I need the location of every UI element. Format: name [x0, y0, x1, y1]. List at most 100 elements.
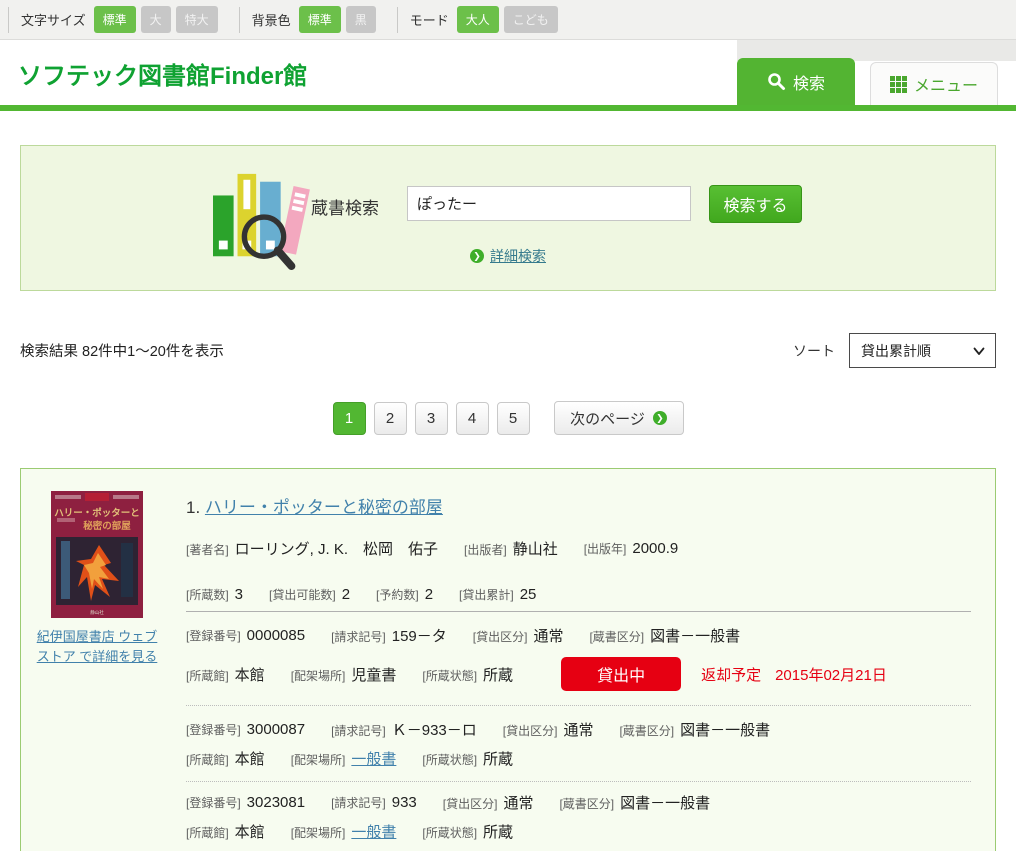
header: ソフテック図書館Finder館 検索 メニュー: [0, 40, 1016, 105]
loan-type-value: 通常: [563, 722, 593, 739]
holdings-value: 3: [235, 586, 243, 603]
divider: [186, 705, 971, 706]
font-size-label: 文字サイズ: [21, 10, 86, 29]
lendable-value: 2: [342, 586, 350, 603]
accessibility-options-bar: 文字サイズ 標準 大 特大 背景色 標準 黒 モード 大人 こども: [0, 0, 1016, 40]
result-item-panel: ハリー・ポッターと 秘密の部屋 静山社 紀伊国屋書店 ウェブストア で詳細を見る…: [20, 468, 996, 851]
shelf-label: [配架場所]: [291, 753, 346, 767]
reg-number-label: [登録番号]: [186, 796, 241, 810]
return-due-date: 2015年02月21日: [775, 667, 887, 684]
library-value: 本館: [235, 824, 265, 841]
publisher-label: [出版者]: [464, 543, 507, 557]
library-label: [所蔵館]: [186, 753, 229, 767]
book-cover-image[interactable]: ハリー・ポッターと 秘密の部屋 静山社: [51, 491, 143, 618]
material-type-value: 図書－一般書: [680, 722, 770, 739]
status-label: [所蔵状態]: [422, 826, 477, 840]
next-page-label: 次のページ: [570, 408, 645, 429]
reserves-label: [予約数]: [376, 588, 419, 602]
sort-selected-value: 貸出累計順: [861, 341, 931, 361]
shelf-value: 児童書: [351, 667, 396, 684]
status-value: 所蔵: [483, 667, 513, 684]
reg-number-value: 3023081: [247, 794, 305, 811]
tab-menu[interactable]: メニュー: [870, 62, 998, 105]
library-label: [所蔵館]: [186, 826, 229, 840]
font-size-xlarge-button[interactable]: 特大: [176, 6, 218, 33]
material-type-label: [蔵書区分]: [589, 630, 644, 644]
kinokuniya-store-link[interactable]: 紀伊国屋書店 ウェブストア で詳細を見る: [34, 627, 160, 667]
copy-row: [登録番号]3023081 [請求記号]933 [貸出区分]通常 [蔵書区分]図…: [186, 792, 971, 813]
return-due-label: 返却予定: [701, 667, 761, 684]
loan-type-label: [貸出区分]: [443, 797, 498, 811]
mode-label: モード: [410, 10, 449, 29]
svg-text:ハリー・ポッターと: ハリー・ポッターと: [54, 507, 140, 519]
status-label: [所蔵状態]: [422, 753, 477, 767]
call-number-label: [請求記号]: [331, 630, 386, 644]
holdings-label: [所蔵数]: [186, 588, 229, 602]
font-size-group: 文字サイズ 標準 大 特大: [8, 7, 239, 33]
library-value: 本館: [235, 667, 265, 684]
reg-number-value: 0000085: [247, 627, 305, 644]
item-number: 1.: [186, 498, 200, 517]
sort-select[interactable]: 貸出累計順: [849, 333, 996, 368]
reg-number-label: [登録番号]: [186, 629, 241, 643]
catalog-search-panel: 蔵書検索 検索する ❯ 詳細検索: [20, 145, 996, 291]
svg-text:秘密の部屋: 秘密の部屋: [83, 520, 131, 532]
svg-text:静山社: 静山社: [90, 609, 104, 616]
font-size-large-button[interactable]: 大: [141, 6, 171, 33]
copy-row: [登録番号]0000085 [請求記号]159－タ [貸出区分]通常 [蔵書区分…: [186, 625, 971, 646]
author-value: ローリング, J. K. 松岡 佑子: [235, 541, 438, 558]
copy-row: [所蔵館]本館 [配架場所]児童書 [所蔵状態]所蔵 貸出中 返却予定2015年…: [186, 657, 971, 691]
sort-label: ソート: [793, 341, 835, 361]
status-value: 所蔵: [483, 751, 513, 768]
pubyear-label: [出版年]: [584, 542, 627, 556]
call-number-value: Ｋ－933－ロ: [392, 722, 477, 739]
bg-black-button[interactable]: 黒: [346, 6, 376, 33]
loan-type-value: 通常: [503, 795, 533, 812]
call-number-label: [請求記号]: [331, 796, 386, 810]
page-button-1[interactable]: 1: [333, 402, 366, 435]
status-value: 所蔵: [483, 824, 513, 841]
search-icon: [767, 72, 786, 91]
copy-row: [登録番号]3000087 [請求記号]Ｋ－933－ロ [貸出区分]通常 [蔵書…: [186, 719, 971, 740]
font-size-standard-button[interactable]: 標準: [94, 6, 136, 33]
page-button-4[interactable]: 4: [456, 402, 489, 435]
page-button-5[interactable]: 5: [497, 402, 530, 435]
item-stats-row: [所蔵数]3 [貸出可能数]2 [予約数]2 [貸出累計]25: [186, 586, 971, 604]
loan-type-label: [貸出区分]: [473, 630, 528, 644]
item-title-link[interactable]: ハリー・ポッターと秘密の部屋: [205, 498, 443, 517]
lendable-label: [貸出可能数]: [269, 588, 336, 602]
arrow-circle-icon: ❯: [653, 411, 667, 425]
tab-menu-label: メニュー: [914, 72, 978, 96]
return-due-text: 返却予定 2015年02月21日: [701, 664, 887, 685]
material-type-label: [蔵書区分]: [559, 797, 614, 811]
reserves-value: 2: [425, 586, 433, 603]
page-button-2[interactable]: 2: [374, 402, 407, 435]
library-label: [所蔵館]: [186, 669, 229, 683]
copy-row: [所蔵館] 本館 [配架場所] 一般書 [所蔵状態] 所蔵: [186, 748, 971, 769]
site-title: ソフテック図書館Finder館: [18, 56, 307, 91]
result-item-main: 1. ハリー・ポッターと秘密の部屋 [著者名]ローリング, J. K. 松岡 佑…: [186, 469, 995, 851]
tab-search[interactable]: 検索: [737, 58, 855, 105]
loan-type-label: [貸出区分]: [503, 724, 558, 738]
pagination: 1 2 3 4 5 次のページ ❯: [0, 401, 1016, 435]
reg-number-value: 3000087: [247, 721, 305, 738]
divider: [186, 611, 971, 612]
shelf-location-link[interactable]: 一般書: [351, 751, 396, 768]
next-page-button[interactable]: 次のページ ❯: [554, 401, 684, 435]
mode-group: モード 大人 こども: [397, 7, 579, 33]
page-button-3[interactable]: 3: [415, 402, 448, 435]
background-color-label: 背景色: [252, 10, 291, 29]
chevron-down-icon: [971, 343, 987, 359]
shelf-label: [配架場所]: [291, 669, 346, 683]
bg-standard-button[interactable]: 標準: [299, 6, 341, 33]
mode-kids-button[interactable]: こども: [504, 6, 558, 33]
call-number-label: [請求記号]: [331, 724, 386, 738]
search-input[interactable]: [407, 186, 691, 221]
reg-number-label: [登録番号]: [186, 723, 241, 737]
header-accent-bar: [0, 105, 1016, 111]
library-value: 本館: [235, 751, 265, 768]
search-submit-button[interactable]: 検索する: [709, 185, 802, 223]
mode-adult-button[interactable]: 大人: [457, 6, 499, 33]
advanced-search-link[interactable]: 詳細検索: [490, 246, 546, 266]
shelf-location-link[interactable]: 一般書: [351, 824, 396, 841]
